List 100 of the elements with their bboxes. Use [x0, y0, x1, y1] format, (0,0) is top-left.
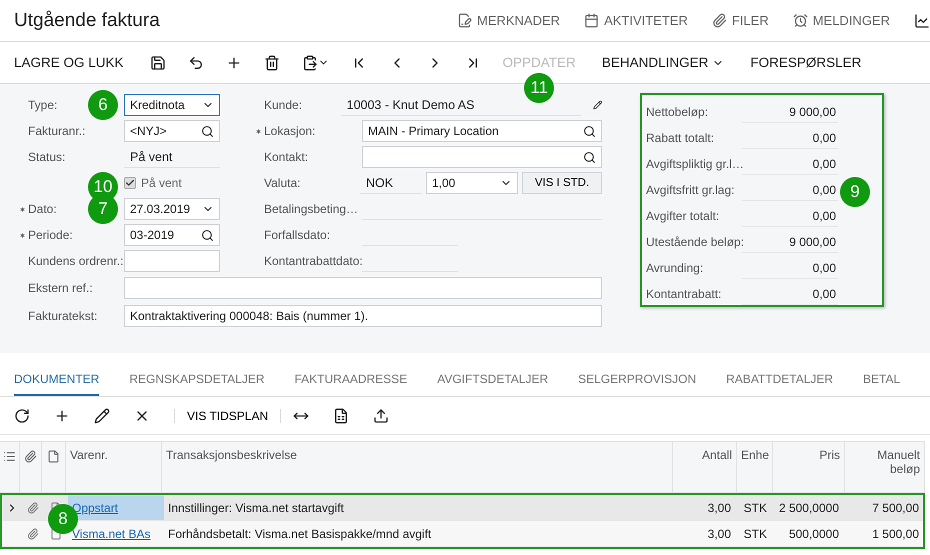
table-cell-text: Innstillinger: Visma.net startavgift	[167, 500, 345, 516]
total-value: 0,00	[742, 179, 838, 201]
dropdown-field[interactable]: 1,00	[426, 172, 518, 194]
chart-icon[interactable]	[914, 12, 930, 28]
grid-icon-button[interactable]	[54, 408, 70, 424]
edit-icon[interactable]	[592, 99, 602, 111]
paperclip-icon	[27, 528, 39, 540]
paperclip-icon	[27, 502, 39, 514]
field-label: Betalingsbeting…	[264, 202, 358, 216]
paperclip-icon	[712, 13, 727, 28]
calendar-icon	[584, 13, 600, 28]
tab[interactable]: FAKTURAADRESSE	[294, 369, 408, 396]
list-icon	[3, 450, 16, 463]
field-value: 10003 - Knut Demo AS	[340, 94, 581, 116]
tab[interactable]: AVGIFTSDETALJER	[437, 369, 548, 396]
table-cell-text: STK	[742, 500, 768, 516]
spreadsheet-icon	[333, 408, 350, 424]
input-field[interactable]	[124, 277, 602, 299]
field-label: Type:	[28, 98, 58, 112]
field-label: Lokasjon:	[264, 124, 316, 138]
paperclip-icon	[24, 450, 37, 463]
lookup-field[interactable]: 03-2019	[124, 224, 220, 246]
toolbar-icon-button[interactable]	[226, 54, 242, 70]
header-link[interactable]: AKTIVITETER	[584, 13, 688, 28]
toolbar-icon-button[interactable]	[264, 54, 280, 70]
toolbar-icon-button[interactable]	[150, 54, 166, 70]
column-header[interactable]: Varenr.	[66, 442, 162, 492]
lookup-field[interactable]	[362, 146, 602, 168]
tab[interactable]: RABATTDETALJER	[726, 369, 834, 396]
tab[interactable]: SELGERPROVISJON	[578, 369, 696, 396]
table-cell-text: 500,0000	[788, 526, 840, 542]
grid-icon-button[interactable]	[94, 408, 110, 424]
total-value: 0,00	[742, 257, 838, 279]
callout-badge: 9	[840, 177, 870, 207]
field-label: Fakturanr.:	[28, 124, 86, 138]
field-label: Fakturatekst:	[28, 309, 98, 323]
total-value: 0,00	[742, 283, 838, 305]
search-icon	[583, 124, 596, 138]
total-value: 0,00	[742, 153, 838, 175]
note-icon	[456, 13, 472, 28]
field-label: Periode:	[28, 228, 73, 242]
trash-icon	[264, 54, 280, 70]
toolbar-icon-button[interactable]	[302, 54, 329, 70]
column-header[interactable]: Antall	[673, 442, 737, 492]
table-cell-text: Forhåndsbetalt: Visma.net Basispakke/mnd avgift	[167, 526, 432, 542]
tab[interactable]: REGNSKAPSDETALJER	[129, 369, 264, 396]
field-label: Ekstern ref.:	[28, 281, 93, 295]
search-icon	[583, 150, 596, 164]
field-label: Status:	[28, 150, 66, 164]
toolbar-button[interactable]: LAGRE OG LUKK	[14, 55, 124, 70]
total-value: 9 000,00	[742, 101, 838, 123]
grid-icon-button[interactable]	[14, 408, 30, 424]
table-cell-text: 1 500,00	[871, 526, 920, 542]
dropdown-field[interactable]: Kreditnota	[124, 94, 220, 116]
callout-badge: 6	[88, 90, 118, 120]
table-cell-text: 3,00	[706, 500, 732, 516]
undo-icon	[188, 54, 204, 70]
lookup-field[interactable]: <NYJ>	[124, 120, 220, 142]
search-icon	[201, 228, 214, 242]
toolbar-menu-button[interactable]: BEHANDLINGER	[602, 55, 724, 70]
total-value: 0,00	[742, 127, 838, 149]
lookup-field[interactable]: MAIN - Primary Location	[362, 120, 602, 142]
input-field[interactable]	[124, 250, 220, 272]
column-header[interactable]: Manuelt beløp	[845, 442, 925, 492]
header-link[interactable]: MERKNADER	[456, 13, 560, 28]
field-label: Kunde:	[264, 98, 302, 112]
checkbox[interactable]: På vent	[124, 176, 182, 190]
clipboard-icon	[302, 54, 318, 70]
total-label: Avrunding:	[646, 261, 704, 275]
toolbar-button[interactable]: FORESPØRSLER	[750, 55, 862, 70]
grid-icon-button[interactable]	[333, 408, 350, 424]
field-value: NOK	[360, 172, 422, 194]
edit-icon	[94, 408, 110, 424]
total-label: Avgifter totalt:	[646, 209, 720, 223]
header-link[interactable]: MELDINGER	[792, 13, 890, 28]
column-header[interactable]: Transaksjonsbeskrivelse	[162, 442, 673, 492]
column-header[interactable]: Pris	[773, 442, 845, 492]
toolbar-icon-button[interactable]	[188, 54, 204, 70]
upload-icon	[373, 408, 390, 424]
file-icon	[50, 528, 62, 540]
tab[interactable]: BETAL	[863, 369, 900, 396]
header-link[interactable]: FILER	[712, 13, 769, 28]
alarm-clock-icon	[792, 13, 808, 28]
total-label: Utestående beløp:	[646, 235, 742, 249]
input-field[interactable]: Kontraktaktivering 000048: Bais (nummer 1).	[124, 305, 602, 327]
grid-icon-button[interactable]	[373, 408, 390, 424]
field-label: Kontantrabattdato:	[264, 254, 363, 268]
tab[interactable]: DOKUMENTER	[14, 369, 100, 396]
field-label: Dato:	[28, 202, 57, 216]
field-label: Valuta:	[264, 176, 300, 190]
total-label: Rabatt totalt:	[646, 131, 716, 145]
schedule-button[interactable]: VIS TIDSPLAN	[174, 408, 282, 422]
field-label: Kundens ordrenr.:	[28, 254, 124, 268]
dropdown-field[interactable]: 27.03.2019	[124, 198, 220, 220]
view-base-button[interactable]: VIS I STD.	[522, 172, 602, 194]
table-cell-text: 7 500,00	[871, 500, 920, 516]
page-title: Utgående faktura	[14, 10, 161, 32]
column-header[interactable]: Enhe	[737, 442, 773, 492]
check-icon	[125, 178, 135, 188]
total-value: 9 000,00	[742, 231, 838, 253]
